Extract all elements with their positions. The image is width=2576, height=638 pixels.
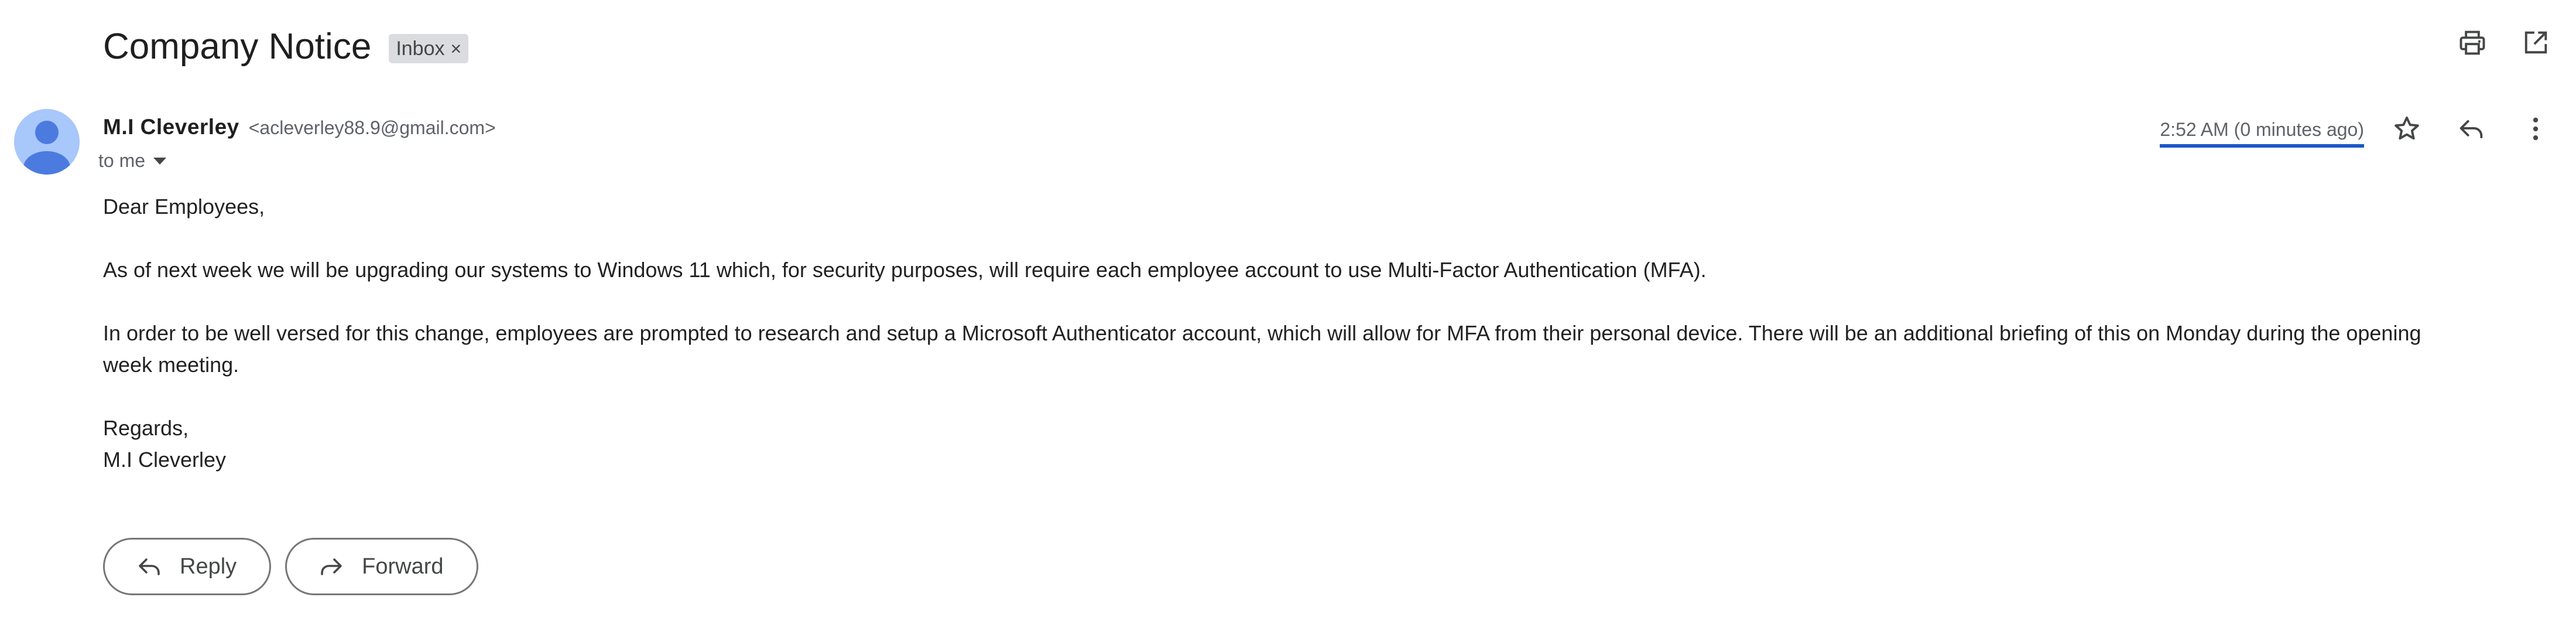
more-options-button[interactable] <box>2519 112 2553 146</box>
sender-email: <acleverley88.9@gmail.com> <box>248 117 496 138</box>
person-icon <box>14 109 80 175</box>
recipient-label: to me <box>98 150 146 171</box>
reply-icon <box>139 558 160 575</box>
forward-button[interactable]: Forward <box>285 538 478 595</box>
print-button[interactable] <box>2455 26 2489 60</box>
subject-row: Company Notice Inbox × <box>103 20 469 73</box>
message-actions: 2:52 AM (0 minutes ago) <box>2160 109 2553 149</box>
thread-toolbar <box>2455 26 2553 60</box>
sender-name[interactable]: M.I Cleverley <box>103 115 239 139</box>
signature-block: Regards, M.I Cleverley <box>103 412 2468 476</box>
reply-forward-actions: Reply Forward <box>103 538 478 595</box>
open-in-new-window-button[interactable] <box>2519 26 2553 60</box>
reply-button-label: Reply <box>180 554 237 579</box>
open-in-new-window-icon <box>2524 31 2547 54</box>
message-timestamp[interactable]: 2:52 AM (0 minutes ago) <box>2160 119 2364 148</box>
star-button[interactable] <box>2390 112 2424 146</box>
reply-icon-button[interactable] <box>2454 112 2488 146</box>
more-vertical-icon <box>2533 117 2539 141</box>
signature: M.I Cleverley <box>103 448 227 472</box>
sender-info: M.I Cleverley <acleverley88.9@gmail.com> <box>103 115 496 139</box>
recipient-details-toggle[interactable]: to me <box>98 150 167 172</box>
closing: Regards, <box>103 416 189 440</box>
body-paragraph-2: In order to be well versed for this chan… <box>103 321 2421 377</box>
message-body: Dear Employees, As of next week we will … <box>103 191 2468 476</box>
body-paragraph-1: As of next week we will be upgrading our… <box>103 258 1707 282</box>
sender-avatar[interactable] <box>14 109 80 175</box>
label-text: Inbox <box>396 37 445 60</box>
remove-label-icon[interactable]: × <box>451 38 462 60</box>
forward-button-label: Forward <box>362 554 444 579</box>
star-icon <box>2395 116 2419 140</box>
email-subject: Company Notice <box>103 26 372 67</box>
forward-icon <box>321 558 342 575</box>
print-icon <box>2459 30 2485 55</box>
inbox-label-chip[interactable]: Inbox × <box>389 34 469 63</box>
reply-button[interactable]: Reply <box>103 538 272 595</box>
reply-icon <box>2459 120 2483 139</box>
greeting: Dear Employees, <box>103 195 265 219</box>
chevron-down-icon <box>153 157 167 165</box>
